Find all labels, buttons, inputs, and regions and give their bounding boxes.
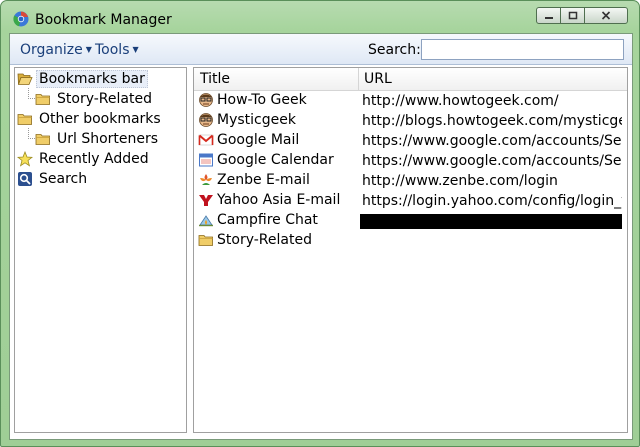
row-title: Yahoo Asia E-mail (217, 192, 341, 208)
tree-item-story-related[interactable]: Story-Related (35, 89, 155, 108)
tree-item-label: Search (39, 170, 88, 187)
row-url: https://login.yahoo.com/config/login_v..… (362, 193, 622, 209)
tree-item-other-bookmarks[interactable]: Other bookmarks (17, 109, 164, 128)
title-bar[interactable]: Bookmark Manager (1, 1, 639, 33)
column-header-title[interactable]: Title (200, 71, 230, 87)
tree-item-recently-added[interactable]: Recently Added (17, 149, 152, 168)
tree-item-bookmarks-bar[interactable]: Bookmarks bar (17, 69, 148, 88)
folder-icon (35, 93, 50, 105)
row-url: http://www.zenbe.com/login (362, 173, 558, 189)
window-title: Bookmark Manager (35, 12, 172, 28)
organize-menu[interactable]: Organize ▼ (20, 42, 92, 58)
tools-label: Tools (95, 42, 130, 58)
minimize-icon (544, 16, 553, 19)
column-header-url[interactable]: URL (364, 71, 392, 87)
geek-favicon-icon (199, 113, 213, 127)
list-header: Title URL (194, 68, 627, 91)
geek-favicon-icon (199, 93, 213, 107)
folder-open-icon (17, 73, 33, 85)
row-url: http://blogs.howtogeek.com/mysticgeek/ (362, 113, 622, 129)
campfire-icon (199, 215, 213, 227)
tree-item-label: Story-Related (57, 90, 152, 107)
calendar-icon (199, 153, 213, 167)
gmail-icon (198, 134, 214, 146)
folder-tree[interactable]: Bookmarks bar Story-Related Other bookma… (14, 67, 187, 433)
minimize-button[interactable] (536, 7, 561, 24)
list-row[interactable]: How-To Geek http://www.howtogeek.com/ (194, 91, 627, 111)
row-title: Mysticgeek (217, 112, 296, 128)
zenbe-icon (200, 174, 212, 185)
row-title: Google Mail (217, 132, 300, 148)
folder-icon (35, 133, 50, 145)
tree-item-label: Other bookmarks (39, 110, 161, 127)
list-row[interactable]: Google Calendar https://www.google.com/a… (194, 151, 627, 171)
tree-item-search[interactable]: Search (17, 169, 90, 188)
row-url: https://www.google.com/accounts/Ser... (362, 153, 622, 169)
folder-icon (198, 235, 213, 246)
row-title: Story-Related (217, 232, 312, 248)
tree-item-label: Bookmarks bar (36, 69, 148, 88)
tree-item-label: Recently Added (39, 150, 149, 167)
row-title: Zenbe E-mail (217, 172, 310, 188)
close-button[interactable] (584, 7, 628, 24)
search-icon (18, 171, 32, 186)
redaction-bar (360, 214, 622, 229)
row-url: https://www.google.com/accounts/Ser... (362, 133, 622, 149)
row-title: Campfire Chat (217, 212, 318, 228)
row-title: Google Calendar (217, 152, 334, 168)
bookmark-manager-window: Bookmark Manager Organize ▼ Tools ▼ Search… (0, 0, 640, 447)
maximize-icon (568, 11, 577, 20)
tree-item-label: Url Shorteners (57, 130, 159, 147)
client-area: Organize▼ Tools▼ Search: Bookmarks bar (9, 33, 633, 440)
row-url: http://www.howtogeek.com/ (362, 93, 559, 109)
yahoo-icon (199, 195, 213, 206)
row-title: How-To Geek (217, 92, 307, 108)
star-icon (17, 150, 33, 167)
search-input[interactable] (421, 39, 624, 60)
column-divider[interactable] (358, 68, 359, 90)
folder-icon (17, 113, 32, 125)
organize-label: Organize (20, 42, 83, 58)
chevron-down-icon: ▼ (85, 45, 92, 54)
bookmark-list[interactable]: Title URL How-To Geek http://www.howtoge… (193, 67, 628, 433)
chevron-down-icon: ▼ (132, 45, 139, 54)
list-row[interactable]: Yahoo Asia E-mail https://login.yahoo.co… (194, 191, 627, 211)
list-row[interactable]: Google Mail https://www.google.com/accou… (194, 131, 627, 151)
maximize-button[interactable] (560, 7, 585, 24)
chrome-app-icon (13, 11, 29, 27)
toolbar: Organize ▼ Tools ▼ Search: (10, 34, 632, 65)
tree-item-url-shorteners[interactable]: Url Shorteners (35, 129, 161, 148)
pane-splitter[interactable] (189, 67, 192, 433)
list-row[interactable]: Zenbe E-mail http://www.zenbe.com/login (194, 171, 627, 191)
list-row[interactable]: Mysticgeek http://blogs.howtogeek.com/my… (194, 111, 627, 131)
search-label: Search: (368, 42, 421, 58)
tools-menu[interactable]: Tools ▼ (95, 42, 139, 58)
list-row[interactable]: Story-Related (194, 231, 627, 251)
list-row[interactable]: Campfire Chat (194, 211, 627, 231)
close-icon (601, 11, 611, 20)
